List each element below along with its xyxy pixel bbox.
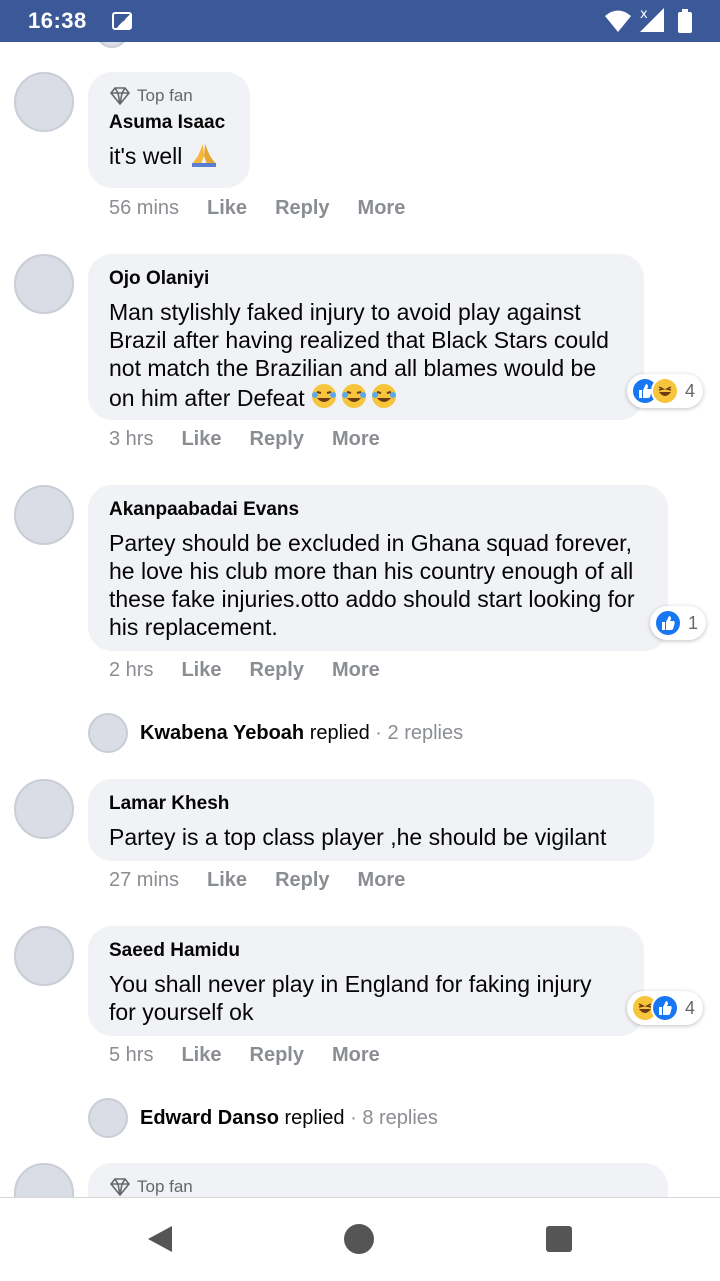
comment-author[interactable]: Asuma Isaac — [109, 112, 229, 134]
comment-text: You shall never play in England for faki… — [109, 971, 592, 1025]
comment-bubble[interactable]: Top fan Asuma Isaac it's well — [88, 72, 250, 188]
laughing-emoji-icon — [312, 384, 396, 408]
comment-time[interactable]: 56 mins — [109, 197, 179, 220]
like-reaction-icon — [654, 609, 682, 637]
signal-icon: x — [640, 7, 664, 32]
diamond-icon — [109, 87, 131, 105]
reply-button[interactable]: Reply — [275, 869, 329, 892]
badge-label: Top fan — [137, 1177, 193, 1196]
avatar[interactable] — [14, 1163, 74, 1197]
comment-actions: 56 mins Like Reply More — [109, 197, 405, 220]
avatar[interactable] — [88, 1098, 128, 1138]
status-bar: 16:38 x — [0, 0, 720, 42]
reply-author: Kwabena Yeboah — [140, 722, 305, 744]
more-button[interactable]: More — [358, 197, 406, 220]
separator: · — [369, 722, 388, 744]
comment-author[interactable]: Saeed Hamidu — [109, 940, 623, 962]
image-icon — [112, 12, 132, 30]
like-reaction-icon — [651, 994, 679, 1022]
like-button[interactable]: Like — [181, 659, 221, 682]
reaction-count: 1 — [688, 612, 699, 633]
reaction-summary[interactable]: 4 — [627, 991, 704, 1025]
reaction-count: 4 — [685, 380, 696, 401]
home-icon[interactable] — [344, 1224, 374, 1254]
reply-author: Edward Danso — [140, 1107, 279, 1129]
like-button[interactable]: Like — [181, 428, 221, 451]
navigation-bar — [0, 1197, 720, 1281]
comment-actions: 5 hrs Like Reply More — [109, 1044, 380, 1067]
avatar[interactable] — [14, 254, 74, 314]
replied-label: replied — [284, 1107, 345, 1129]
comment-bubble[interactable]: Akanpaabadai Evans Partey should be excl… — [88, 485, 668, 651]
comment-bubble[interactable]: Ojo Olaniyi Man stylishly faked injury t… — [88, 254, 644, 420]
reaction-summary[interactable]: 4 — [627, 374, 704, 408]
more-button[interactable]: More — [358, 869, 406, 892]
reaction-count: 4 — [685, 997, 696, 1018]
reply-count: 8 replies — [362, 1107, 438, 1129]
comment-actions: 27 mins Like Reply More — [109, 869, 405, 892]
avatar[interactable] — [14, 72, 74, 132]
reply-button[interactable]: Reply — [275, 197, 329, 220]
avatar[interactable] — [14, 926, 74, 986]
comment-actions: 3 hrs Like Reply More — [109, 428, 380, 451]
avatar[interactable] — [14, 779, 74, 839]
comment-bubble[interactable]: Lamar Khesh Partey is a top class player… — [88, 779, 654, 861]
comment-text-body: it's well — [109, 143, 183, 169]
praying-hands-icon — [191, 144, 216, 167]
like-button[interactable]: Like — [207, 197, 247, 220]
reply-count: 2 replies — [387, 722, 464, 744]
comment-author[interactable]: Akanpaabadai Evans — [109, 499, 647, 521]
avatar[interactable] — [88, 713, 128, 753]
replied-label: replied — [309, 722, 370, 744]
comment-text: Partey should be excluded in Ghana squad… — [109, 530, 635, 640]
comment-actions: 2 hrs Like Reply More — [109, 659, 380, 682]
like-button[interactable]: Like — [207, 869, 247, 892]
comment-time[interactable]: 27 mins — [109, 869, 179, 892]
comment-text: Partey is a top class player ,he should … — [109, 824, 607, 850]
reply-button[interactable]: Reply — [250, 659, 304, 682]
comments-feed[interactable]: Top fan Asuma Isaac it's well 56 mins Li… — [0, 42, 720, 1197]
more-button[interactable]: More — [332, 428, 380, 451]
top-fan-badge: Top fan — [109, 86, 229, 106]
svg-text:x: x — [640, 7, 648, 22]
avatar[interactable] — [14, 485, 74, 545]
top-fan-badge: Top fan — [109, 1177, 647, 1197]
comment-author[interactable]: Ojo Olaniyi — [109, 268, 623, 290]
comment-author[interactable]: Lamar Khesh — [109, 793, 633, 815]
avatar[interactable] — [92, 42, 132, 48]
badge-label: Top fan — [137, 86, 193, 105]
diamond-icon — [109, 1178, 131, 1196]
view-replies-link[interactable]: Edward Danso replied · 8 replies — [140, 1107, 438, 1130]
recents-icon[interactable] — [546, 1226, 572, 1252]
comment-text: it's well — [109, 142, 229, 170]
reaction-summary[interactable]: 1 — [650, 606, 707, 640]
comment-bubble[interactable]: Top fan — [88, 1163, 668, 1197]
reply-button[interactable]: Reply — [250, 1044, 304, 1067]
haha-reaction-icon — [651, 377, 679, 405]
comment-time[interactable]: 2 hrs — [109, 659, 153, 682]
comment-text: Man stylishly faked injury to avoid play… — [109, 298, 623, 412]
like-button[interactable]: Like — [181, 1044, 221, 1067]
more-button[interactable]: More — [332, 659, 380, 682]
wifi-icon — [605, 10, 631, 32]
status-time: 16:38 — [28, 8, 87, 33]
battery-icon — [678, 9, 692, 33]
back-icon[interactable] — [146, 1224, 174, 1254]
comment-time[interactable]: 3 hrs — [109, 428, 153, 451]
comment-time[interactable]: 5 hrs — [109, 1044, 153, 1067]
more-button[interactable]: More — [332, 1044, 380, 1067]
view-replies-link[interactable]: Kwabena Yeboah replied · 2 replies — [140, 722, 463, 745]
separator: · — [344, 1107, 363, 1129]
comment-bubble[interactable]: Saeed Hamidu You shall never play in Eng… — [88, 926, 644, 1036]
reply-button[interactable]: Reply — [250, 428, 304, 451]
